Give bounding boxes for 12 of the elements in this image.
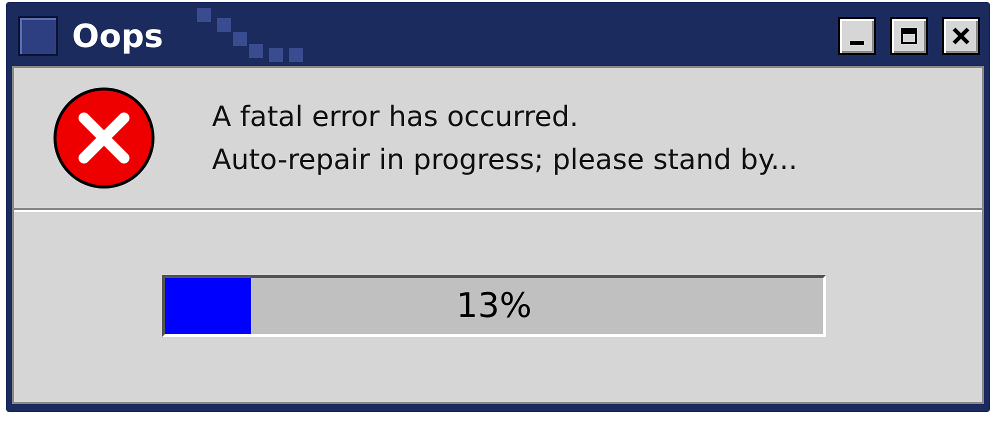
maximize-button[interactable] bbox=[890, 17, 928, 55]
window-menu-button[interactable] bbox=[18, 16, 58, 56]
progress-percent: 13% bbox=[456, 286, 532, 326]
minimize-icon bbox=[850, 41, 864, 45]
window-title: Oops bbox=[72, 17, 164, 55]
minimize-button[interactable] bbox=[838, 17, 876, 55]
maximize-icon bbox=[899, 26, 919, 46]
close-icon bbox=[951, 26, 971, 46]
error-icon bbox=[52, 86, 156, 190]
close-button[interactable] bbox=[942, 17, 980, 55]
message-text: Auto-repair in progress; please stand by... bbox=[212, 143, 798, 176]
message-text: A fatal error has occurred. bbox=[212, 100, 580, 133]
